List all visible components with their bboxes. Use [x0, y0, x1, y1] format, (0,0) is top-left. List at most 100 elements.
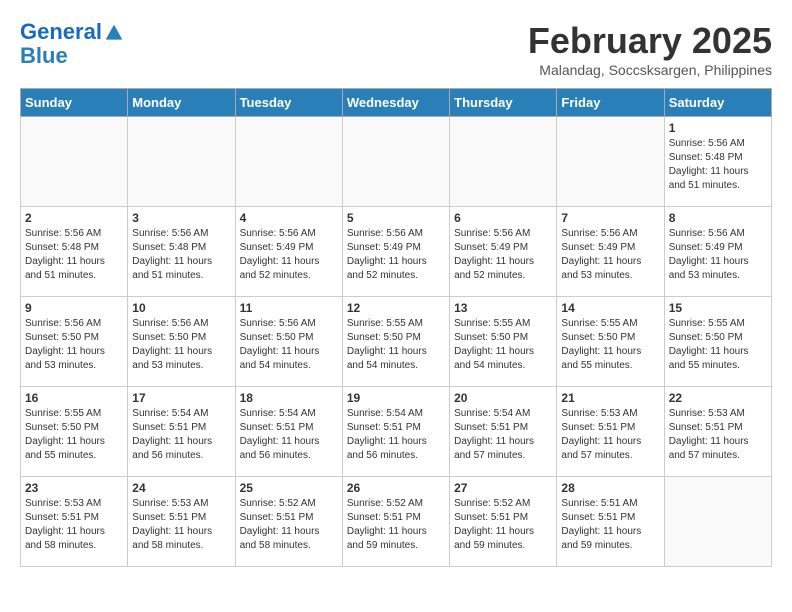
day-number: 4	[240, 211, 338, 225]
day-number: 12	[347, 301, 445, 315]
day-info: Sunrise: 5:52 AM Sunset: 5:51 PM Dayligh…	[454, 497, 552, 553]
day-number: 21	[561, 391, 659, 405]
logo-text: General	[20, 20, 124, 44]
header-wednesday: Wednesday	[342, 89, 449, 117]
calendar-cell: 7 Sunrise: 5:56 AM Sunset: 5:49 PM Daylig…	[557, 207, 664, 297]
calendar-cell: 12 Sunrise: 5:55 AM Sunset: 5:50 PM Dayli…	[342, 297, 449, 387]
header-sunday: Sunday	[21, 89, 128, 117]
header-friday: Friday	[557, 89, 664, 117]
calendar-cell: 18Sunrise: 5:54 AM Sunset: 5:51 PM Dayli…	[235, 387, 342, 477]
day-number: 24	[132, 481, 230, 495]
calendar-cell: 21 Sunrise: 5:53 AM Sunset: 5:51 PM Dayli…	[557, 387, 664, 477]
day-info: Sunrise: 5:56 AM Sunset: 5:48 PM Dayligh…	[25, 227, 123, 283]
day-info: Sunrise: 5:56 AM Sunset: 5:49 PM Dayligh…	[240, 227, 338, 283]
calendar-cell: 16 Sunrise: 5:55 AM Sunset: 5:50 PM Dayli…	[21, 387, 128, 477]
day-info: Sunrise: 5:56 AM Sunset: 5:50 PM Dayligh…	[25, 317, 123, 373]
day-info: Sunrise: 5:53 AM Sunset: 5:51 PM Dayligh…	[132, 497, 230, 553]
day-number: 8	[669, 211, 767, 225]
calendar-cell: 13Sunrise: 5:55 AM Sunset: 5:50 PM Dayli…	[450, 297, 557, 387]
day-info: Sunrise: 5:56 AM Sunset: 5:48 PM Dayligh…	[669, 137, 767, 193]
calendar-cell: 2 Sunrise: 5:56 AM Sunset: 5:48 PM Daylig…	[21, 207, 128, 297]
day-info: Sunrise: 5:55 AM Sunset: 5:50 PM Dayligh…	[347, 317, 445, 373]
calendar-cell: 23 Sunrise: 5:53 AM Sunset: 5:51 PM Dayli…	[21, 477, 128, 567]
day-info: Sunrise: 5:54 AM Sunset: 5:51 PM Dayligh…	[347, 407, 445, 463]
calendar-cell: 14Sunrise: 5:55 AM Sunset: 5:50 PM Dayli…	[557, 297, 664, 387]
day-info: Sunrise: 5:55 AM Sunset: 5:50 PM Dayligh…	[669, 317, 767, 373]
day-number: 16	[25, 391, 123, 405]
day-number: 19	[347, 391, 445, 405]
day-number: 17	[132, 391, 230, 405]
day-info: Sunrise: 5:55 AM Sunset: 5:50 PM Dayligh…	[25, 407, 123, 463]
calendar-cell: 19 Sunrise: 5:54 AM Sunset: 5:51 PM Dayli…	[342, 387, 449, 477]
month-year-title: February 2025	[528, 20, 772, 62]
calendar-cell	[21, 117, 128, 207]
calendar-cell	[450, 117, 557, 207]
calendar-header-row: SundayMondayTuesdayWednesdayThursdayFrid…	[21, 89, 772, 117]
week-row-5: 23 Sunrise: 5:53 AM Sunset: 5:51 PM Dayli…	[21, 477, 772, 567]
day-number: 2	[25, 211, 123, 225]
day-number: 14	[561, 301, 659, 315]
calendar-cell: 1Sunrise: 5:56 AM Sunset: 5:48 PM Daylig…	[664, 117, 771, 207]
day-info: Sunrise: 5:56 AM Sunset: 5:49 PM Dayligh…	[561, 227, 659, 283]
day-info: Sunrise: 5:54 AM Sunset: 5:51 PM Dayligh…	[132, 407, 230, 463]
week-row-2: 2 Sunrise: 5:56 AM Sunset: 5:48 PM Daylig…	[21, 207, 772, 297]
week-row-4: 16 Sunrise: 5:55 AM Sunset: 5:50 PM Dayli…	[21, 387, 772, 477]
header-monday: Monday	[128, 89, 235, 117]
day-info: Sunrise: 5:53 AM Sunset: 5:51 PM Dayligh…	[669, 407, 767, 463]
day-info: Sunrise: 5:52 AM Sunset: 5:51 PM Dayligh…	[347, 497, 445, 553]
day-number: 27	[454, 481, 552, 495]
calendar-cell: 8 Sunrise: 5:56 AM Sunset: 5:49 PM Daylig…	[664, 207, 771, 297]
day-number: 9	[25, 301, 123, 315]
calendar-cell: 5 Sunrise: 5:56 AM Sunset: 5:49 PM Daylig…	[342, 207, 449, 297]
logo-text-blue: Blue	[20, 44, 124, 68]
calendar-cell: 20Sunrise: 5:54 AM Sunset: 5:51 PM Dayli…	[450, 387, 557, 477]
day-info: Sunrise: 5:51 AM Sunset: 5:51 PM Dayligh…	[561, 497, 659, 553]
day-number: 7	[561, 211, 659, 225]
day-info: Sunrise: 5:53 AM Sunset: 5:51 PM Dayligh…	[561, 407, 659, 463]
day-info: Sunrise: 5:56 AM Sunset: 5:50 PM Dayligh…	[132, 317, 230, 373]
location-subtitle: Malandag, Soccsksargen, Philippines	[528, 62, 772, 78]
calendar-cell: 26 Sunrise: 5:52 AM Sunset: 5:51 PM Dayli…	[342, 477, 449, 567]
day-number: 22	[669, 391, 767, 405]
day-info: Sunrise: 5:56 AM Sunset: 5:48 PM Dayligh…	[132, 227, 230, 283]
calendar-cell: 22 Sunrise: 5:53 AM Sunset: 5:51 PM Dayli…	[664, 387, 771, 477]
day-info: Sunrise: 5:56 AM Sunset: 5:50 PM Dayligh…	[240, 317, 338, 373]
header-saturday: Saturday	[664, 89, 771, 117]
calendar-cell: 25Sunrise: 5:52 AM Sunset: 5:51 PM Dayli…	[235, 477, 342, 567]
day-info: Sunrise: 5:53 AM Sunset: 5:51 PM Dayligh…	[25, 497, 123, 553]
day-number: 20	[454, 391, 552, 405]
calendar-cell: 11 Sunrise: 5:56 AM Sunset: 5:50 PM Dayli…	[235, 297, 342, 387]
calendar-cell: 15 Sunrise: 5:55 AM Sunset: 5:50 PM Dayli…	[664, 297, 771, 387]
day-number: 28	[561, 481, 659, 495]
logo: General Blue	[20, 20, 124, 68]
day-info: Sunrise: 5:55 AM Sunset: 5:50 PM Dayligh…	[454, 317, 552, 373]
day-info: Sunrise: 5:56 AM Sunset: 5:49 PM Dayligh…	[347, 227, 445, 283]
week-row-3: 9 Sunrise: 5:56 AM Sunset: 5:50 PM Daylig…	[21, 297, 772, 387]
calendar-cell: 10 Sunrise: 5:56 AM Sunset: 5:50 PM Dayli…	[128, 297, 235, 387]
calendar-cell: 9 Sunrise: 5:56 AM Sunset: 5:50 PM Daylig…	[21, 297, 128, 387]
day-number: 10	[132, 301, 230, 315]
day-number: 11	[240, 301, 338, 315]
header-tuesday: Tuesday	[235, 89, 342, 117]
page-header: General Blue February 2025 Malandag, Soc…	[20, 20, 772, 78]
day-number: 26	[347, 481, 445, 495]
day-number: 5	[347, 211, 445, 225]
calendar-cell: 3 Sunrise: 5:56 AM Sunset: 5:48 PM Daylig…	[128, 207, 235, 297]
calendar-cell: 27 Sunrise: 5:52 AM Sunset: 5:51 PM Dayli…	[450, 477, 557, 567]
day-number: 23	[25, 481, 123, 495]
day-number: 6	[454, 211, 552, 225]
day-info: Sunrise: 5:54 AM Sunset: 5:51 PM Dayligh…	[240, 407, 338, 463]
calendar-cell	[235, 117, 342, 207]
day-info: Sunrise: 5:56 AM Sunset: 5:49 PM Dayligh…	[669, 227, 767, 283]
day-number: 15	[669, 301, 767, 315]
day-number: 3	[132, 211, 230, 225]
calendar-cell	[128, 117, 235, 207]
header-thursday: Thursday	[450, 89, 557, 117]
day-info: Sunrise: 5:56 AM Sunset: 5:49 PM Dayligh…	[454, 227, 552, 283]
calendar-cell	[557, 117, 664, 207]
title-block: February 2025 Malandag, Soccsksargen, Ph…	[528, 20, 772, 78]
calendar-cell	[342, 117, 449, 207]
calendar-cell: 28 Sunrise: 5:51 AM Sunset: 5:51 PM Dayli…	[557, 477, 664, 567]
day-info: Sunrise: 5:52 AM Sunset: 5:51 PM Dayligh…	[240, 497, 338, 553]
calendar-cell: 17 Sunrise: 5:54 AM Sunset: 5:51 PM Dayli…	[128, 387, 235, 477]
